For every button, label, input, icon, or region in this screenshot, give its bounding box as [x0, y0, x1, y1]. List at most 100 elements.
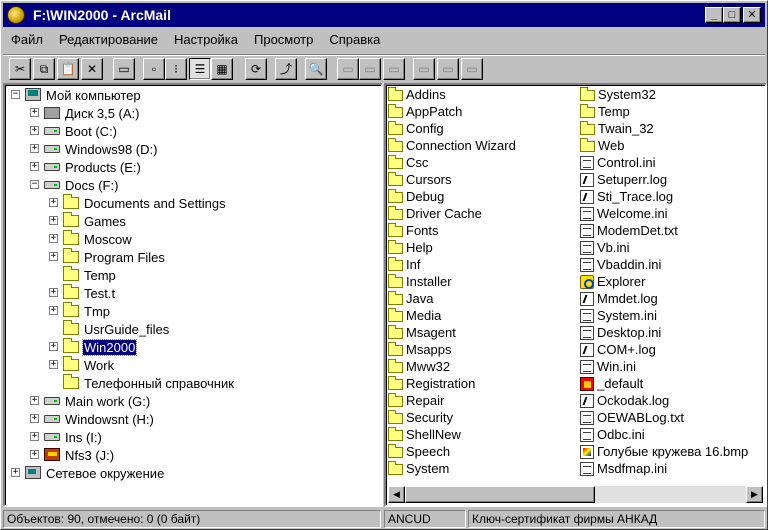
menu-settings[interactable]: Настройка: [166, 29, 246, 51]
tree-node[interactable]: Мой компьютер: [25, 86, 142, 104]
title-bar[interactable]: F:\WIN2000 - ArcMail _ □ ✕: [3, 3, 765, 27]
tree-node[interactable]: Test.t: [63, 284, 116, 302]
file-list-item[interactable]: Welcome.ini: [580, 205, 668, 222]
tree-node[interactable]: Program Files: [63, 248, 166, 266]
file-list-item[interactable]: Security: [388, 409, 453, 426]
tree-node[interactable]: Temp: [63, 266, 117, 284]
file-list-item[interactable]: Debug: [388, 188, 444, 205]
file-list-item[interactable]: Media: [388, 307, 441, 324]
horizontal-scrollbar[interactable]: ◀ ▶: [388, 486, 763, 503]
expand-toggle[interactable]: +: [30, 450, 39, 459]
file-list-item[interactable]: Ockodak.log: [580, 392, 669, 409]
tree-node[interactable]: Moscow: [63, 230, 133, 248]
file-list-item[interactable]: Config: [388, 120, 444, 137]
file-list-item[interactable]: Explorer: [580, 273, 645, 290]
tree-node[interactable]: Телефонный справочник: [63, 374, 235, 392]
maximize-button[interactable]: □: [723, 7, 741, 23]
large-button[interactable]: ▫: [143, 58, 165, 80]
copy-button[interactable]: ⧉: [33, 58, 55, 80]
file-list-item[interactable]: Mww32: [388, 358, 450, 375]
expand-toggle[interactable]: +: [30, 162, 39, 171]
scroll-left-button[interactable]: ◀: [388, 486, 405, 503]
folder-tree-pane[interactable]: − Мой компьютер + Диск 3,5 (A:) + Boot (C:) + W…: [3, 83, 383, 507]
close-button[interactable]: ✕: [743, 7, 761, 23]
mail-button[interactable]: ▭: [337, 58, 359, 80]
file-list-item[interactable]: Win.ini: [580, 358, 636, 375]
file-list-item[interactable]: Sti_Trace.log: [580, 188, 673, 205]
file-list-item[interactable]: OEWABLog.txt: [580, 409, 684, 426]
expand-toggle[interactable]: +: [49, 234, 58, 243]
file-list-item[interactable]: AppPatch: [388, 103, 462, 120]
properties-button[interactable]: 🔍: [305, 58, 327, 80]
file-list-item[interactable]: Msdfmap.ini: [580, 460, 667, 477]
menu-view[interactable]: Просмотр: [246, 29, 321, 51]
file-list-item[interactable]: Installer: [388, 273, 452, 290]
expand-toggle[interactable]: +: [30, 126, 39, 135]
file-list-item[interactable]: ShellNew: [388, 426, 461, 443]
file-list-item[interactable]: System32: [580, 86, 656, 103]
minimize-button[interactable]: _: [705, 7, 723, 23]
file-list-item[interactable]: Driver Cache: [388, 205, 482, 222]
file-list-item[interactable]: _default: [580, 375, 643, 392]
tree-node[interactable]: Tmp: [63, 302, 111, 320]
refresh-button[interactable]: ⟳: [245, 58, 267, 80]
mail-button[interactable]: ▭: [383, 58, 405, 80]
tree-node[interactable]: Ins (I:): [44, 428, 103, 446]
file-list-item[interactable]: Control.ini: [580, 154, 656, 171]
expand-toggle[interactable]: +: [49, 288, 58, 297]
file-list-item[interactable]: Csc: [388, 154, 428, 171]
file-list-item[interactable]: COM+.log: [580, 341, 656, 358]
tree-node[interactable]: Boot (C:): [44, 122, 118, 140]
file-list-item[interactable]: Mmdet.log: [580, 290, 658, 307]
collapse-toggle[interactable]: −: [30, 180, 39, 189]
tree-node[interactable]: Windows98 (D:): [44, 140, 158, 158]
tree-node[interactable]: Сетевое окружение: [25, 464, 165, 482]
tree-node[interactable]: Work: [63, 356, 115, 374]
up-folder-button[interactable]: ⤴: [275, 58, 297, 80]
expand-toggle[interactable]: +: [30, 144, 39, 153]
file-list-item[interactable]: Odbc.ini: [580, 426, 645, 443]
expand-toggle[interactable]: +: [30, 432, 39, 441]
archive-button[interactable]: ▭: [437, 58, 459, 80]
menu-edit[interactable]: Редактирование: [51, 29, 166, 51]
file-list-pane[interactable]: Msdfmap.ini Голубые кружева 16.bmp Odbc.in…: [384, 83, 767, 507]
menu-file[interactable]: Файл: [3, 29, 51, 51]
delete-button[interactable]: ✕: [81, 58, 103, 80]
expand-toggle[interactable]: +: [49, 360, 58, 369]
expand-toggle[interactable]: +: [30, 396, 39, 405]
tree-node[interactable]: Диск 3,5 (A:): [44, 104, 141, 122]
file-list-item[interactable]: Inf: [388, 256, 420, 273]
arcmail-app-icon[interactable]: [7, 6, 25, 24]
file-list-item[interactable]: Vbaddin.ini: [580, 256, 661, 273]
file-list-item[interactable]: Speech: [388, 443, 450, 460]
tree-node[interactable]: Games: [63, 212, 127, 230]
tree-node[interactable]: Products (E:): [44, 158, 142, 176]
menu-help[interactable]: Справка: [321, 29, 388, 51]
collapse-toggle[interactable]: −: [11, 90, 20, 99]
tree-node[interactable]: Documents and Settings: [63, 194, 227, 212]
tree-node[interactable]: Docs (F:): [44, 176, 119, 194]
mail-button[interactable]: ▭: [359, 58, 381, 80]
new-folder-button[interactable]: ▭: [113, 58, 135, 80]
paste-button[interactable]: 📋: [57, 58, 79, 80]
file-list-item[interactable]: Desktop.ini: [580, 324, 661, 341]
scroll-thumb[interactable]: [405, 486, 595, 503]
expand-toggle[interactable]: +: [49, 216, 58, 225]
expand-toggle[interactable]: +: [49, 198, 58, 207]
file-list-item[interactable]: Vb.ini: [580, 239, 630, 256]
expand-toggle[interactable]: +: [30, 108, 39, 117]
tree-node[interactable]: Win2000: [63, 338, 138, 356]
expand-toggle[interactable]: +: [49, 306, 58, 315]
file-list-item[interactable]: System.ini: [580, 307, 657, 324]
tree-node[interactable]: Main work (G:): [44, 392, 151, 410]
expand-toggle[interactable]: +: [49, 342, 58, 351]
file-list-item[interactable]: Registration: [388, 375, 475, 392]
file-list-item[interactable]: Java: [388, 290, 433, 307]
tree-node[interactable]: UsrGuide_files: [63, 320, 170, 338]
expand-toggle[interactable]: +: [11, 468, 20, 477]
file-list-item[interactable]: Connection Wizard: [388, 137, 516, 154]
file-list-item[interactable]: System: [388, 460, 449, 477]
file-list-item[interactable]: Setuperr.log: [580, 171, 667, 188]
file-list-item[interactable]: Cursors: [388, 171, 452, 188]
small-button[interactable]: ⁝: [165, 58, 187, 80]
